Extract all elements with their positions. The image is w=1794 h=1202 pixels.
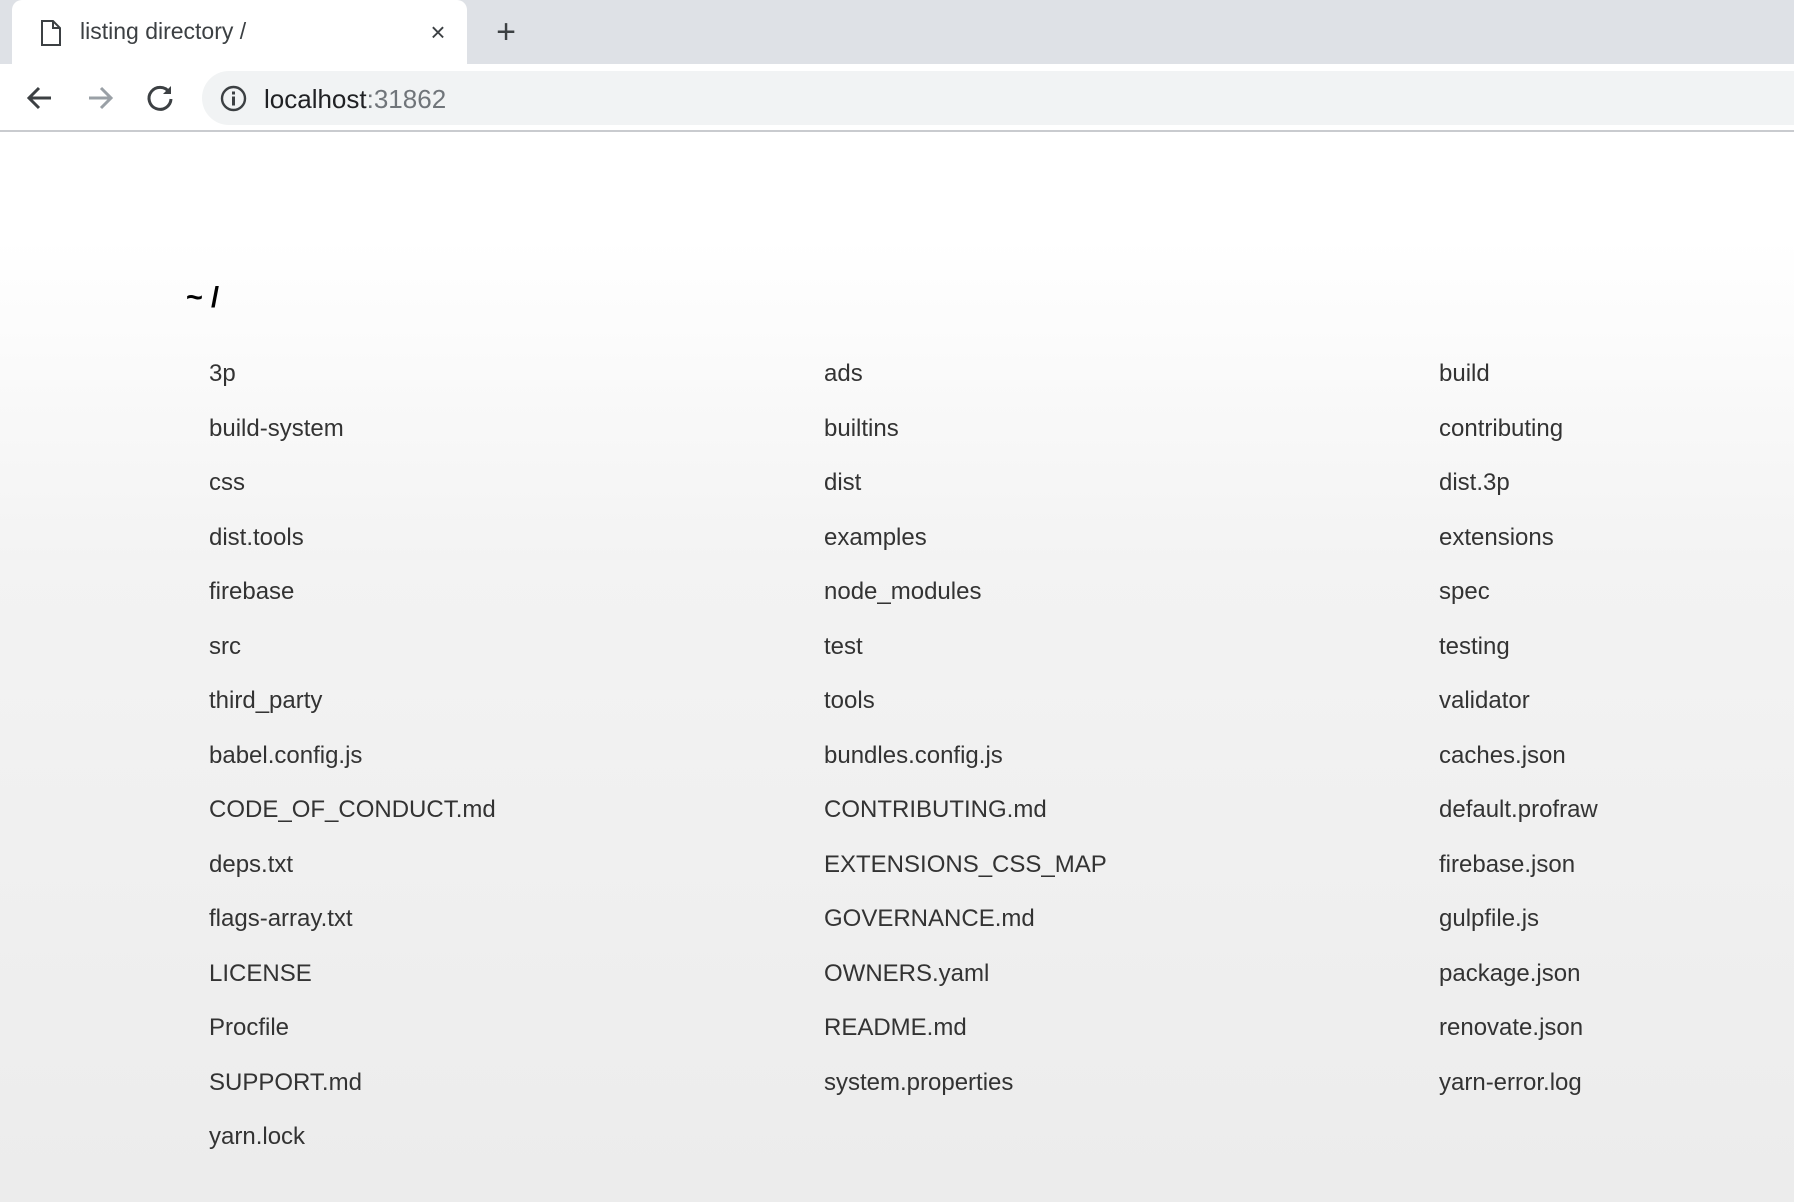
file-link[interactable]: OWNERS.yaml [824,960,989,988]
file-link[interactable]: contributing [1439,415,1563,443]
file-link[interactable]: firebase [209,578,294,606]
info-icon[interactable] [220,85,247,112]
file-link[interactable]: default.profraw [1439,796,1598,824]
file-link[interactable]: renovate.json [1439,1014,1583,1042]
file-link[interactable]: SUPPORT.md [209,1069,362,1097]
back-arrow-icon [26,86,51,110]
file-link[interactable]: deps.txt [209,851,293,879]
file-link[interactable]: dist [824,469,861,497]
tab-close-icon[interactable]: × [424,17,452,47]
file-link[interactable]: LICENSE [209,960,312,988]
url-host: localhost [264,84,367,114]
browser-toolbar: localhost:31862 [0,64,1794,132]
file-link[interactable]: test [824,633,863,661]
file-link[interactable]: css [209,469,245,497]
file-link[interactable]: build-system [209,415,344,443]
new-tab-button[interactable]: + [488,13,524,51]
browser-tab[interactable]: listing directory / × [12,0,467,64]
file-link[interactable]: Procfile [209,1014,289,1042]
page-content: ~ / 3p ads build build-system builtins contri… [0,132,1794,1202]
forward-arrow-icon [89,86,114,110]
file-link[interactable]: system.properties [824,1069,1013,1097]
file-link[interactable]: README.md [824,1014,967,1042]
url-text[interactable]: localhost:31862 [264,84,446,115]
file-link[interactable]: builtins [824,415,899,443]
file-link[interactable]: third_party [209,687,322,715]
page-title: ~ / [186,282,220,314]
file-link[interactable]: yarn-error.log [1439,1069,1582,1097]
file-link[interactable]: dist.3p [1439,469,1510,497]
forward-button[interactable] [80,78,120,118]
file-link[interactable]: node_modules [824,578,981,606]
file-link[interactable]: CONTRIBUTING.md [824,796,1047,824]
url-port: :31862 [366,84,447,114]
file-link[interactable]: extensions [1439,524,1554,552]
file-link[interactable]: babel.config.js [209,742,362,770]
file-link[interactable]: dist.tools [209,524,304,552]
file-link[interactable]: src [209,633,241,661]
file-link[interactable]: tools [824,687,875,715]
file-link[interactable]: 3p [209,360,236,388]
file-link[interactable]: package.json [1439,960,1580,988]
reload-icon [147,85,173,111]
address-bar[interactable]: localhost:31862 [202,71,1794,125]
file-link[interactable]: testing [1439,633,1510,661]
file-link[interactable]: bundles.config.js [824,742,1003,770]
file-link[interactable]: CODE_OF_CONDUCT.md [209,796,496,824]
file-link[interactable]: flags-array.txt [209,905,353,933]
file-link[interactable]: ads [824,360,863,388]
file-link[interactable]: examples [824,524,927,552]
file-link[interactable]: spec [1439,578,1490,606]
tab-title: listing directory / [80,18,247,44]
file-link[interactable]: validator [1439,687,1530,715]
file-link[interactable]: build [1439,360,1490,388]
file-link[interactable]: caches.json [1439,742,1566,770]
tab-strip: listing directory / × + [0,0,1794,64]
file-link[interactable]: EXTENSIONS_CSS_MAP [824,851,1107,879]
back-button[interactable] [20,78,60,118]
reload-button[interactable] [140,78,180,118]
file-link[interactable]: firebase.json [1439,851,1575,879]
page-icon [41,20,61,46]
file-link[interactable]: yarn.lock [209,1123,305,1151]
file-link[interactable]: gulpfile.js [1439,905,1539,933]
file-link[interactable]: GOVERNANCE.md [824,905,1035,933]
